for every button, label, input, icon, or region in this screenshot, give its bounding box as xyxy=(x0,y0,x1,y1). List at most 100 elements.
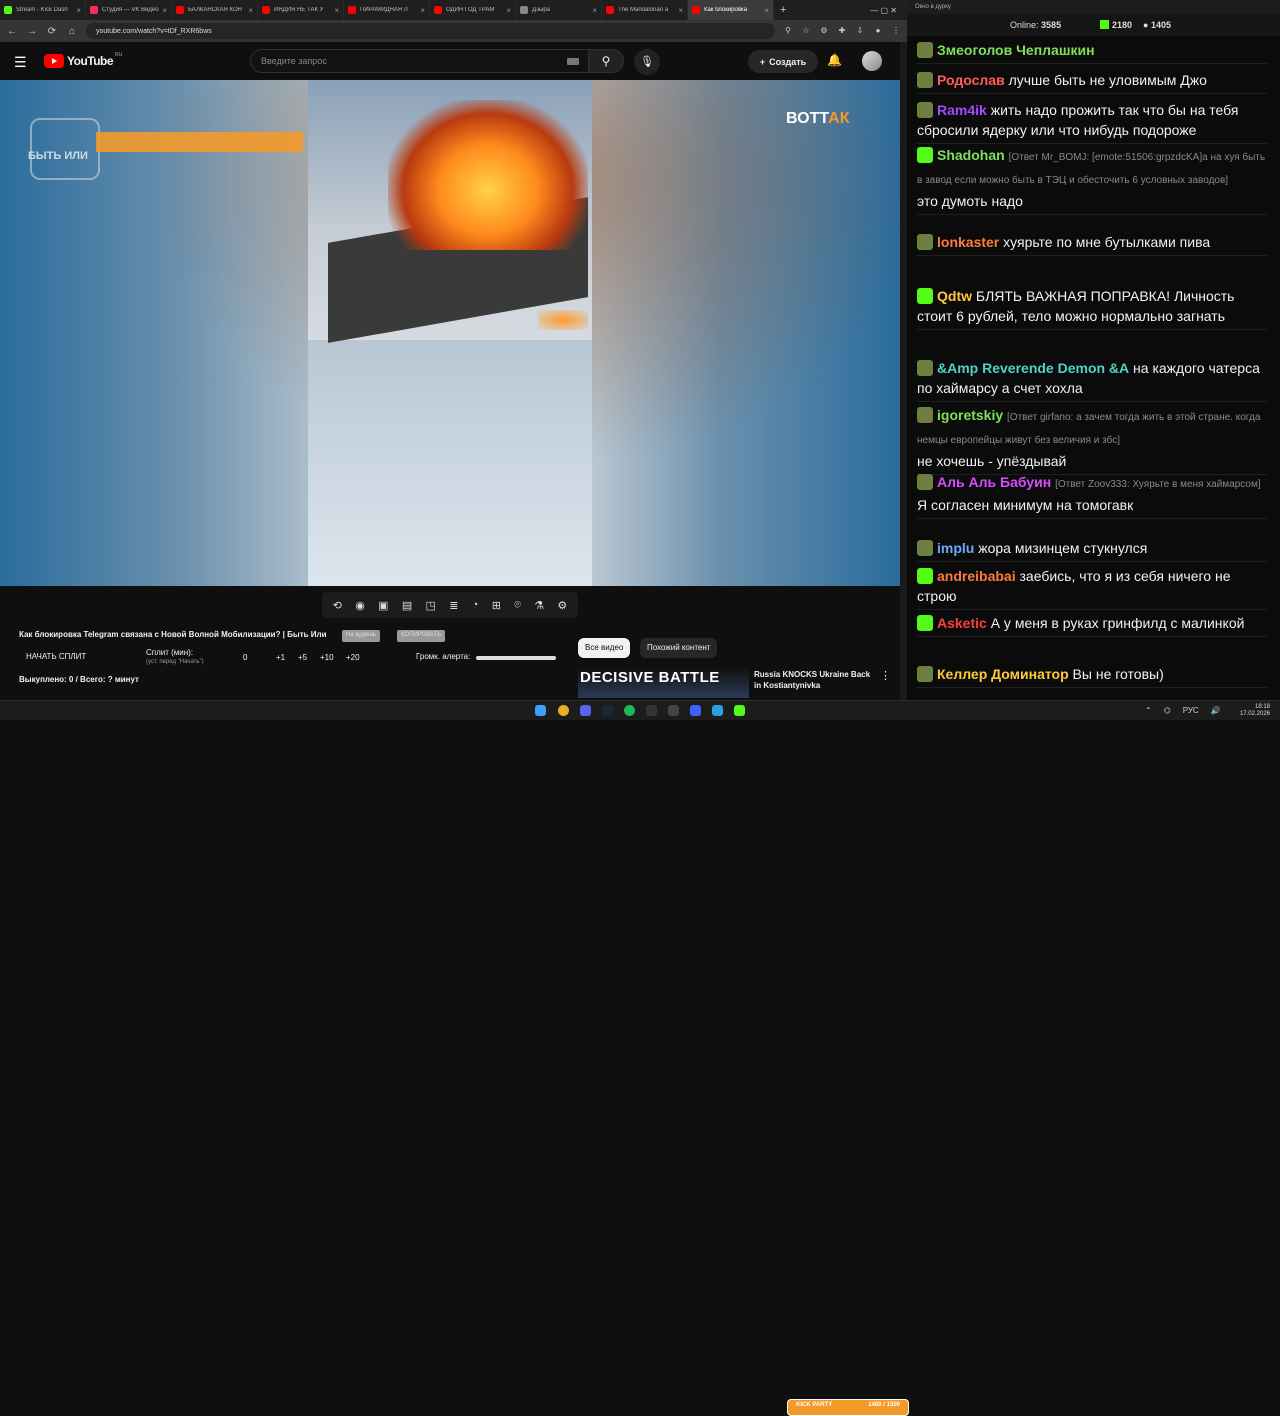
clock[interactable]: 18:18 17.02.2026 xyxy=(1240,704,1270,718)
chevron-up-icon[interactable]: ⌃ xyxy=(1145,706,1152,715)
telegram-icon[interactable] xyxy=(712,705,723,716)
tab-5[interactable]: ОДИН ГОД ТРАМ × xyxy=(430,0,516,20)
alert-volume-slider[interactable] xyxy=(476,656,556,660)
film-icon[interactable]: ▤ xyxy=(402,599,412,612)
tab-close-icon[interactable]: × xyxy=(248,6,253,15)
bookmark-star-icon[interactable]: ☆ xyxy=(801,26,811,36)
loop-icon[interactable]: ⟲ xyxy=(333,599,342,612)
chat-username[interactable]: Родослав xyxy=(937,72,1005,88)
tab-close-icon[interactable]: × xyxy=(162,6,167,15)
pill-button-1[interactable]: На вудишь xyxy=(342,630,380,642)
download-icon[interactable]: ⇩ xyxy=(855,26,865,36)
taskbar: KICK PARTY 1400 / 1500 ⌃ ⌬ РУС 🔊 18:18 17.02… xyxy=(0,700,1280,1416)
tab-close-icon[interactable]: × xyxy=(506,6,511,15)
chat-username[interactable]: Shadohan xyxy=(937,147,1005,163)
tab-close-icon[interactable]: × xyxy=(334,6,339,15)
notifications-bell-icon[interactable]: 🔔 xyxy=(827,53,842,67)
avatar[interactable] xyxy=(862,51,882,71)
chat-username[interactable]: implu xyxy=(937,540,974,556)
extension-icon[interactable]: ⚙ xyxy=(819,26,829,36)
plus5-button[interactable]: +5 xyxy=(298,653,307,662)
windows-start-icon[interactable] xyxy=(535,705,546,716)
youtube-logo[interactable]: YouTube RU xyxy=(44,52,122,68)
chat-username[interactable]: Ram4ik xyxy=(937,102,987,118)
subscriber-badge-icon xyxy=(917,540,933,556)
chat-username[interactable]: Аль Аль Бабуин xyxy=(937,474,1051,490)
chat-username[interactable]: lonkaster xyxy=(937,234,999,250)
menu-dots-icon[interactable]: ⋮ xyxy=(891,26,901,36)
tab-7[interactable]: The Mandalorian a × xyxy=(602,0,688,20)
home-icon[interactable]: ⌂ xyxy=(66,26,78,37)
chat-username[interactable]: Qdtw xyxy=(937,288,972,304)
start-split-button[interactable]: НАЧАТЬ СПЛИТ xyxy=(26,652,86,661)
tab-0[interactable]: Stream - Kick Dash × xyxy=(0,0,86,20)
audio-icon[interactable]: ◉ xyxy=(355,599,365,612)
search-input[interactable]: Введите запрос xyxy=(250,49,590,73)
url-bar[interactable]: youtube.com/watch?v=tDf_RXR6bws xyxy=(86,23,775,39)
app-icon[interactable] xyxy=(668,705,679,716)
chat-username[interactable]: Келлер Доминатор xyxy=(937,666,1069,682)
steam-icon[interactable] xyxy=(602,705,613,716)
tab-close-icon[interactable]: × xyxy=(420,6,425,15)
screenshot-icon[interactable]: ⌾ xyxy=(514,599,521,612)
keyboard-icon[interactable] xyxy=(567,58,579,65)
subscriber-badge-icon xyxy=(917,360,933,376)
add-icon[interactable]: ⊞ xyxy=(492,599,501,612)
kick-app-icon[interactable] xyxy=(734,705,745,716)
chip-all-videos[interactable]: Все видео xyxy=(578,638,631,658)
scrollbar[interactable] xyxy=(900,42,907,700)
puzzle-icon[interactable]: ✚ xyxy=(837,26,847,36)
gear-icon[interactable]: ⚙ xyxy=(557,599,567,612)
tab-2[interactable]: БАЛКАНСКАЯ КОН × xyxy=(172,0,258,20)
obs-icon[interactable] xyxy=(646,705,657,716)
more-options-icon[interactable]: ⋮ xyxy=(880,669,891,682)
tab-4[interactable]: ПИРАМИДНАЯ Л × xyxy=(344,0,430,20)
chat-username[interactable]: Asketic xyxy=(937,615,987,631)
list-icon[interactable]: ≣ xyxy=(449,599,458,612)
picture-in-picture-icon[interactable]: ◳ xyxy=(426,599,436,612)
flask-icon[interactable]: ⚗ xyxy=(534,599,544,612)
discord-icon[interactable] xyxy=(580,705,591,716)
plus1-button[interactable]: +1 xyxy=(276,653,285,662)
speaker-icon[interactable]: 🔊 xyxy=(1211,706,1221,715)
chat-username[interactable]: andreibabai xyxy=(937,568,1016,584)
voice-search-button[interactable]: 🎙 xyxy=(634,49,660,75)
chat-username[interactable]: Змеоголов Чеплашкин xyxy=(937,42,1095,58)
lang-indicator[interactable]: РУС xyxy=(1183,706,1199,715)
window-controls-icon[interactable]: — ▢ ✕ xyxy=(870,6,897,15)
spotify-icon[interactable] xyxy=(624,705,635,716)
tab-6[interactable]: Дзыра × xyxy=(516,0,602,20)
plus20-button[interactable]: +20 xyxy=(346,653,360,662)
tab-3[interactable]: ИНДИЯ НЕ ТАК У × xyxy=(258,0,344,20)
create-button[interactable]: + Создать xyxy=(748,50,818,73)
reload-icon[interactable]: ⟳ xyxy=(46,26,58,37)
wifi-icon[interactable]: ⌬ xyxy=(1164,706,1171,715)
tab-8[interactable]: Как блокировка × xyxy=(688,0,774,20)
profile-icon[interactable]: ● xyxy=(873,26,883,36)
tab-1[interactable]: Студия — VK Видео × xyxy=(86,0,172,20)
media-icon[interactable] xyxy=(690,705,701,716)
video-player[interactable]: БЫТЬ ИЛИ ВОТТАК xyxy=(0,80,900,586)
search-button[interactable]: ⚲ xyxy=(588,49,624,73)
speed-icon[interactable]: ◔ xyxy=(472,599,479,611)
back-icon[interactable]: ← xyxy=(6,26,18,37)
tab-close-icon[interactable]: × xyxy=(76,6,81,15)
recommended-title[interactable]: Russia KNOCKS Ukraine Back in Kostiantyn… xyxy=(754,669,878,691)
tab-label: Дзыра xyxy=(532,7,550,13)
recommended-thumbnail[interactable]: DECISIVE BATTLE xyxy=(578,668,749,698)
playback-settings-icon[interactable]: ▣ xyxy=(378,599,388,612)
chip-similar[interactable]: Похожий контент xyxy=(640,638,718,658)
copy-button[interactable]: КОПИРОВАТЬ xyxy=(397,630,446,642)
chat-username[interactable]: &Amp Reverende Demon &A xyxy=(937,360,1129,376)
hamburger-menu-icon[interactable]: ☰ xyxy=(14,54,27,71)
tab-close-icon[interactable]: × xyxy=(764,6,769,15)
forward-icon[interactable]: → xyxy=(26,26,38,37)
tab-close-icon[interactable]: × xyxy=(678,6,683,15)
youtube-header: ☰ YouTube RU Введите запрос ⚲ 🎙 + Создать… xyxy=(0,42,907,80)
chrome-icon[interactable] xyxy=(558,705,569,716)
plus10-button[interactable]: +10 xyxy=(320,653,334,662)
zoom-icon[interactable]: ⚲ xyxy=(783,26,793,36)
chat-username[interactable]: igoretskiy xyxy=(937,407,1003,423)
tab-close-icon[interactable]: × xyxy=(592,6,597,15)
new-tab-icon[interactable]: + xyxy=(780,4,786,16)
